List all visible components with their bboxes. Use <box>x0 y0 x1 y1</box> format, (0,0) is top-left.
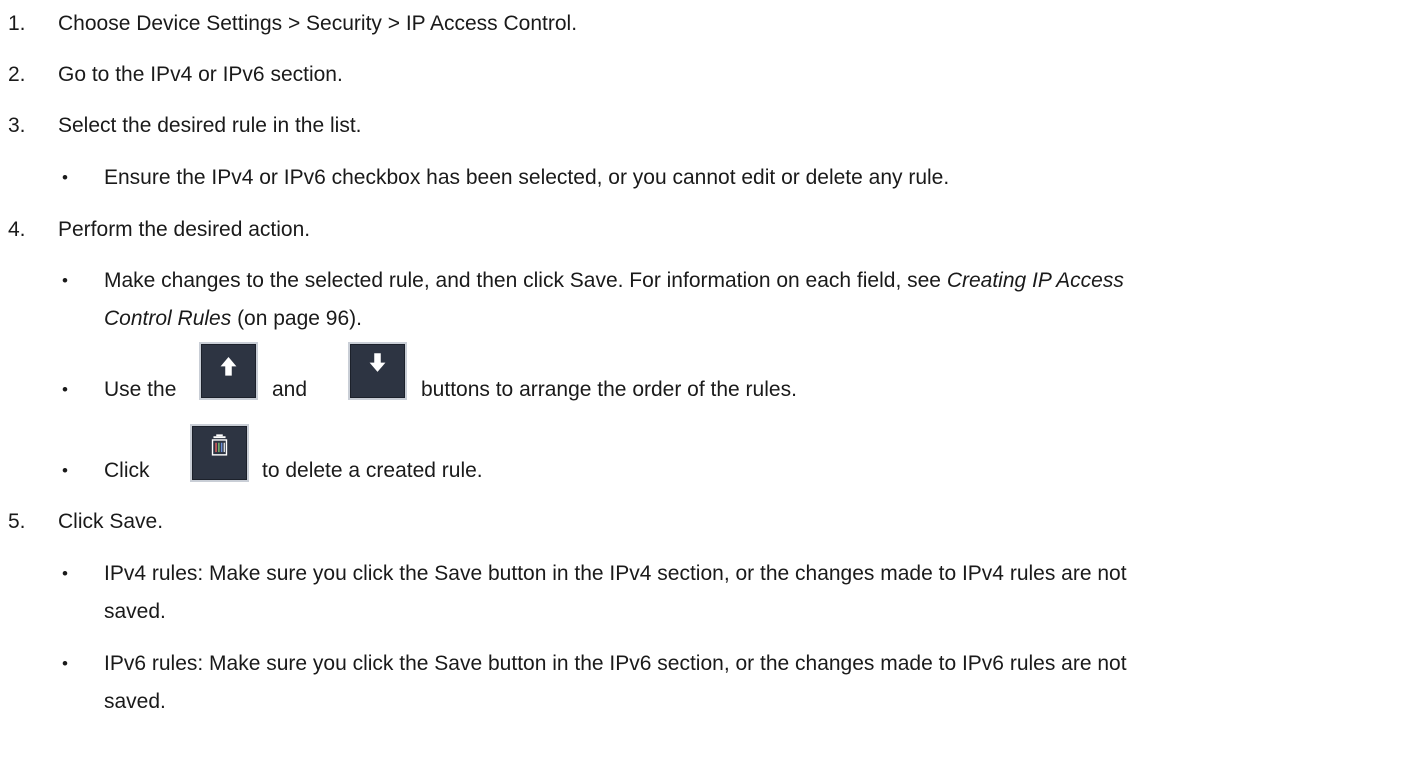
step-number: 4. <box>8 218 26 241</box>
arrange-text-post: buttons to arrange the order of the rule… <box>421 378 797 401</box>
edit-instruction-text: Make changes to the selected rule, and t… <box>104 269 947 292</box>
arrow-up-icon <box>199 342 258 400</box>
step-number: 5. <box>8 510 26 533</box>
step-number: 3. <box>8 114 26 137</box>
step-text: Choose Device Settings > Security > IP A… <box>58 12 578 35</box>
edit-instruction-cont: Control Rules (on page 96). <box>104 306 362 332</box>
bullet: • <box>62 168 68 187</box>
step-text: Go to the IPv4 or IPv6 section. <box>58 63 343 86</box>
step-text: Perform the desired action. <box>58 218 311 241</box>
delete-text-post: to delete a created rule. <box>262 459 483 482</box>
edit-instruction: Make changes to the selected rule, and t… <box>104 268 1124 294</box>
arrow-down-icon <box>348 342 407 400</box>
bullet: • <box>62 564 68 583</box>
bullet: • <box>62 271 68 290</box>
bullet: • <box>62 461 68 480</box>
note-text: Ensure the IPv4 or IPv6 checkbox has bee… <box>104 166 950 189</box>
bullet: • <box>62 654 68 673</box>
trash-icon <box>190 424 249 482</box>
ipv4-rules-text-cont: saved. <box>104 600 166 623</box>
arrange-text-pre: Use the <box>104 378 177 401</box>
delete-text-pre: Click <box>104 459 150 482</box>
bullet: • <box>62 380 68 399</box>
page-reference: (on page 96). <box>231 307 362 330</box>
step-number: 2. <box>8 63 26 86</box>
ipv6-rules-text: IPv6 rules: Make sure you click the Save… <box>104 652 1127 675</box>
step-text: Select the desired rule in the list. <box>58 114 362 137</box>
ipv6-rules-text-cont: saved. <box>104 690 166 713</box>
cross-reference-link-cont[interactable]: Control Rules <box>104 307 231 330</box>
ipv4-rules-text: IPv4 rules: Make sure you click the Save… <box>104 562 1127 585</box>
step-number: 1. <box>8 12 26 35</box>
arrange-text-mid: and <box>272 378 308 401</box>
step-text: Click Save. <box>58 510 164 533</box>
cross-reference-link[interactable]: Creating IP Access <box>947 269 1124 292</box>
